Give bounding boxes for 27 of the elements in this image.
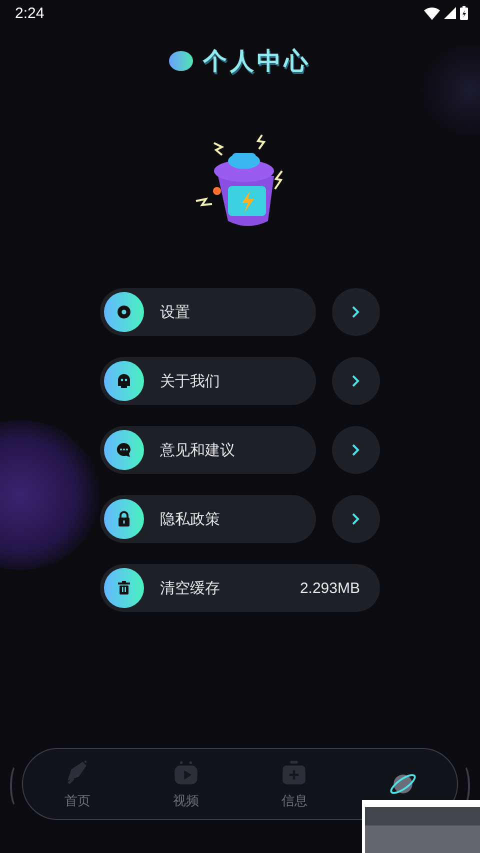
battery-icon — [460, 6, 468, 20]
chevron-button[interactable] — [332, 357, 380, 405]
nav-tab[interactable]: 视频 — [132, 749, 240, 819]
chevron-button[interactable] — [332, 426, 380, 474]
menu-item[interactable]: 关于我们 — [100, 357, 316, 405]
menu-item[interactable]: 隐私政策 — [100, 495, 316, 543]
nav-tab[interactable]: 信息 — [240, 749, 348, 819]
nav-tab[interactable]: 首页 — [23, 749, 132, 819]
menu-item[interactable]: 意见和建议 — [100, 426, 316, 474]
chevron-button[interactable] — [332, 288, 380, 336]
chevron-right-icon — [351, 444, 361, 456]
chat-bubble-icon — [104, 430, 144, 470]
trash-icon — [104, 568, 144, 608]
chevron-right-icon — [351, 375, 361, 387]
gear-icon — [104, 292, 144, 332]
chevron-right-icon — [351, 513, 361, 525]
logo-icon — [169, 51, 193, 71]
wifi-icon — [424, 6, 440, 20]
menu-item[interactable]: 设置 — [100, 288, 316, 336]
signal-icon — [444, 7, 456, 19]
chevron-right-icon — [351, 306, 361, 318]
robot-icon — [104, 361, 144, 401]
menu-item[interactable]: 清空缓存 2.293MB — [100, 564, 380, 612]
page-title: 个人中心 — [203, 46, 311, 77]
chevron-button[interactable] — [332, 495, 380, 543]
lock-icon — [104, 499, 144, 539]
status-time: 2:24 — [15, 4, 44, 22]
